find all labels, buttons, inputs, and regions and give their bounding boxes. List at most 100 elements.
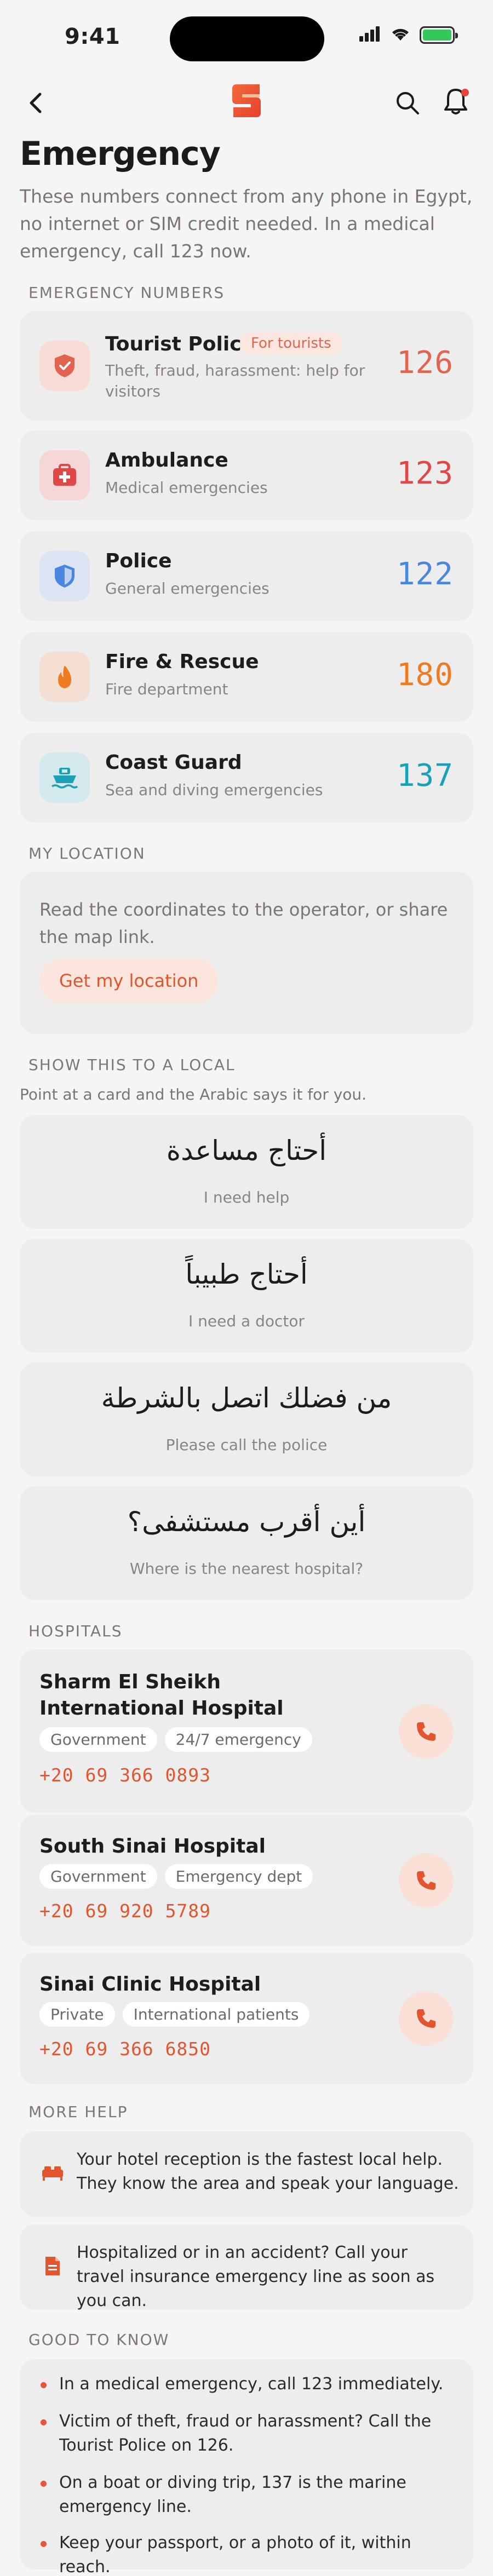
emergency-number[interactable]: 126 — [397, 345, 454, 381]
page-title: Emergency — [20, 135, 221, 173]
emergency-card-coast-guard[interactable]: Coast Guard Sea and diving emergencies 1… — [20, 733, 473, 823]
phrase-english: I need help — [203, 1188, 290, 1206]
emergency-name: Ambulance — [105, 449, 228, 472]
emergency-number[interactable]: 122 — [397, 556, 454, 592]
phrase-english: Where is the nearest hospital? — [129, 1560, 364, 1578]
hospital-name: Sharm El Sheikh International Hospital — [39, 1671, 284, 1720]
bed-icon — [39, 2160, 66, 2186]
first-aid-icon — [39, 450, 90, 501]
hospital-tag: Government — [39, 1864, 157, 1889]
hospital-tags: Government 24/7 emergency — [39, 1727, 312, 1752]
hospital-phone[interactable]: +20 69 920 5789 — [39, 1900, 211, 1922]
section-emergency-numbers: EMERGENCY NUMBERS — [28, 284, 225, 302]
phrase-arabic: أحتاج مساعدة — [166, 1135, 327, 1166]
phrase-card[interactable]: أين أقرب مستشفى؟ Where is the nearest ho… — [20, 1486, 473, 1600]
boat-icon — [39, 752, 90, 803]
help-card: Your hotel reception is the fastest loca… — [20, 2131, 473, 2217]
emergency-name: Tourist Police — [105, 333, 255, 355]
emergency-desc: Medical emergencies — [105, 479, 268, 497]
hospital-tags: Government Emergency dept — [39, 1864, 313, 1889]
tip-item: Keep your passport, or a photo of it, wi… — [39, 2531, 456, 2576]
call-button[interactable] — [399, 1704, 454, 1759]
emergency-name: Fire & Rescue — [105, 651, 259, 673]
hospital-card[interactable]: South Sinai Hospital Government Emergenc… — [20, 1815, 473, 1946]
page-intro: These numbers connect from any phone in … — [20, 186, 473, 262]
section-more-help: MORE HELP — [28, 2103, 128, 2121]
section-hospitals: HOSPITALS — [28, 1622, 123, 1640]
emergency-desc: Fire department — [105, 680, 228, 698]
status-time: 9:41 — [65, 24, 121, 49]
phrase-card[interactable]: أحتاج مساعدة I need help — [20, 1115, 473, 1229]
phone-icon — [417, 1871, 435, 1890]
section-good-to-know: GOOD TO KNOW — [28, 2331, 170, 2349]
battery-icon — [420, 26, 458, 44]
tip-item: On a boat or diving trip, 137 is the mar… — [39, 2471, 456, 2519]
call-button[interactable] — [399, 1853, 454, 1908]
section-show-local: SHOW THIS TO A LOCAL — [28, 1056, 236, 1074]
hospital-phone[interactable]: +20 69 366 0893 — [39, 1764, 211, 1786]
call-button[interactable] — [399, 1991, 454, 2046]
tip-item: Victim of theft, fraud or harassment? Ca… — [39, 2410, 456, 2458]
emergency-name: Police — [105, 550, 172, 572]
search-icon — [397, 92, 419, 114]
emergency-desc: Theft, fraud, harassment: help for visit… — [105, 361, 365, 400]
hospital-name: Sinai Clinic Hospital — [39, 1973, 261, 1996]
hospital-card[interactable]: Sinai Clinic Hospital Private Internatio… — [20, 1953, 473, 2084]
location-card: Read the coordinates to the operator, or… — [20, 872, 473, 1034]
signal-icon — [359, 26, 381, 44]
emergency-number[interactable]: 123 — [397, 456, 454, 491]
police-shield-icon — [39, 551, 90, 601]
hospital-name: South Sinai Hospital — [39, 1835, 266, 1858]
emergency-desc: Sea and diving emergencies — [105, 781, 323, 799]
phrase-arabic: أين أقرب مستشفى؟ — [127, 1506, 366, 1538]
nav-bar — [0, 77, 493, 131]
help-text: Hospitalized or in an accident? Call you… — [77, 2243, 435, 2310]
status-icons — [359, 26, 458, 44]
back-button[interactable] — [20, 87, 53, 119]
get-location-button[interactable]: Get my location — [39, 958, 219, 1003]
phrase-card[interactable]: أحتاج طبيباً I need a doctor — [20, 1239, 473, 1353]
hospital-tag: International patients — [122, 2002, 310, 2027]
tip-item: In a medical emergency, call 123 immedia… — [39, 2372, 456, 2396]
phone-icon — [417, 1722, 435, 1741]
hospital-card[interactable]: Sharm El Sheikh International Hospital G… — [20, 1649, 473, 1813]
emergency-card-tourist-police[interactable]: Tourist Police For tourists Theft, fraud… — [20, 311, 473, 421]
document-icon — [39, 2253, 66, 2279]
phrase-arabic: من فضلك اتصل بالشرطة — [101, 1382, 392, 1414]
emergency-number[interactable]: 180 — [397, 657, 454, 693]
emergency-name: Coast Guard — [105, 751, 242, 774]
emergency-card-police[interactable]: Police General emergencies 122 — [20, 531, 473, 621]
show-local-subtitle: Point at a card and the Arabic says it f… — [20, 1085, 367, 1103]
hospital-tag: Government — [39, 1727, 157, 1752]
location-text: Read the coordinates to the operator, or… — [39, 899, 448, 947]
hospital-phone[interactable]: +20 69 366 6850 — [39, 2038, 211, 2060]
hospital-tag: 24/7 emergency — [164, 1727, 312, 1752]
app-logo[interactable] — [227, 81, 266, 120]
notifications-button[interactable] — [438, 84, 473, 119]
phrase-arabic: أحتاج طبيباً — [185, 1258, 308, 1290]
wifi-icon — [390, 26, 411, 44]
hospital-tag: Emergency dept — [164, 1864, 313, 1889]
help-text: Your hotel reception is the fastest loca… — [77, 2150, 459, 2193]
tips-card: In a medical emergency, call 123 immedia… — [20, 2359, 473, 2576]
hospital-tags: Private International patients — [39, 2002, 310, 2027]
hospital-tag: Private — [39, 2002, 115, 2027]
phone-icon — [417, 2009, 435, 2028]
status-bar: 9:41 — [0, 0, 493, 77]
help-card: Hospitalized or in an accident? Call you… — [20, 2224, 473, 2310]
emergency-number[interactable]: 137 — [397, 758, 454, 794]
phrase-english: Please call the police — [165, 1436, 328, 1454]
notification-badge — [461, 89, 469, 96]
chevron-left-icon — [30, 93, 42, 113]
dynamic-island — [170, 16, 324, 61]
section-my-location: MY LOCATION — [28, 844, 146, 863]
emergency-card-ambulance[interactable]: Ambulance Medical emergencies 123 — [20, 430, 473, 520]
phrase-card[interactable]: من فضلك اتصل بالشرطة Please call the pol… — [20, 1362, 473, 1476]
shield-icon — [39, 341, 90, 391]
emergency-card-fire[interactable]: Fire & Rescue Fire department 180 — [20, 632, 473, 722]
tourist-badge: For tourists — [240, 332, 342, 355]
phrase-english: I need a doctor — [188, 1312, 305, 1330]
flame-icon — [39, 652, 90, 702]
search-button[interactable] — [390, 85, 425, 120]
emergency-desc: General emergencies — [105, 579, 270, 597]
